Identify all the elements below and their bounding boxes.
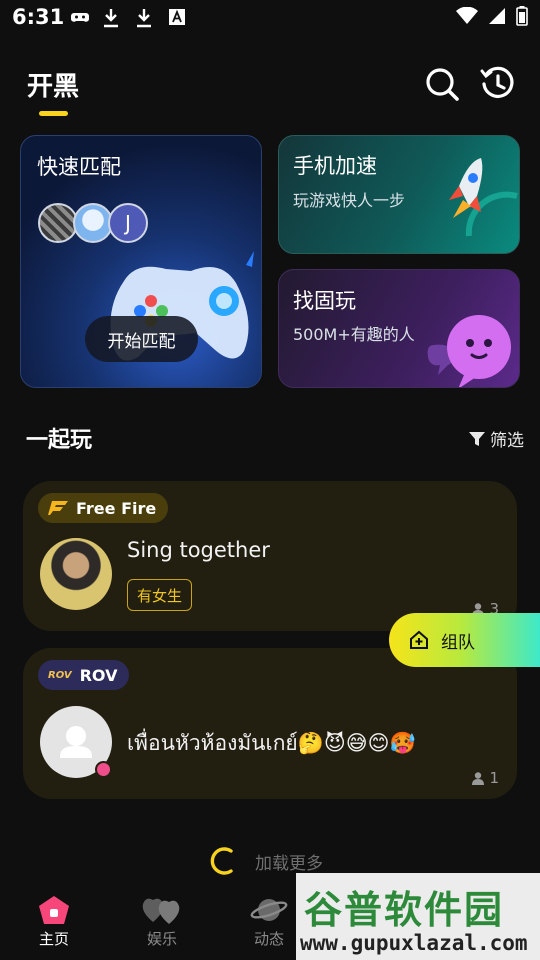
wifi-icon (456, 7, 478, 24)
room-title: เพื่อนหัวห้องมันเกย์🤔😈😅😊🥵 (127, 731, 416, 755)
spinner-icon (210, 847, 233, 875)
nav-label: 动态 (253, 930, 284, 948)
voice-badge-icon (95, 761, 112, 778)
nav-label: 主页 (38, 930, 69, 948)
room-title: Sing together (127, 538, 270, 562)
download-icon (137, 9, 151, 28)
game-tag-label: Free Fire (76, 498, 157, 518)
nav-item-entertainment[interactable]: 娱乐 (127, 894, 197, 949)
status-time: 6:31 (12, 5, 65, 29)
section-title: 一起玩 (26, 428, 93, 453)
title-underline (39, 111, 68, 116)
history-icon[interactable] (479, 65, 517, 103)
matched-avatars: J (38, 203, 148, 243)
game-tag: Free Fire (38, 493, 169, 523)
nav-item-home[interactable]: 主页 (19, 894, 89, 949)
avatar (73, 203, 113, 243)
avatar (38, 203, 78, 243)
planet-icon (250, 899, 288, 921)
watermark-url: www.gupuxlazal.com (300, 931, 528, 955)
add-home-icon (410, 630, 428, 649)
home-icon (39, 896, 69, 924)
load-more: 加载更多 (207, 846, 323, 876)
status-bar: 6:31 (0, 0, 540, 36)
battery-icon (516, 6, 528, 26)
filter-label: 筛选 (490, 431, 524, 451)
download-icon (104, 9, 118, 28)
page-title: 开黑 (27, 72, 80, 102)
avatar: J (108, 203, 148, 243)
free-fire-icon (48, 501, 68, 515)
speed-boost-title: 手机加速 (293, 154, 377, 178)
room-host-avatar (40, 538, 112, 610)
filter-icon (469, 431, 485, 446)
find-partner-title: 找固玩 (293, 289, 356, 313)
signal-icon (489, 8, 505, 24)
quick-match-card[interactable]: 快速匹配 J 开始匹配 (20, 135, 262, 388)
search-icon[interactable] (423, 65, 461, 103)
watermark-title: 谷普软件园 (304, 888, 505, 932)
room-card[interactable]: ROV ROV เพื่อนหัวห้องมันเกย์🤔😈😅😊🥵 1 (23, 648, 517, 799)
nav-label: 娱乐 (146, 930, 177, 948)
girl-badge: 有女生 (127, 579, 193, 611)
chat-bubble-icon (427, 315, 511, 387)
speed-boost-subtitle: 玩游戏快人一步 (293, 191, 406, 210)
room-card[interactable]: Free Fire Sing together 有女生 3 (23, 481, 517, 631)
find-partner-card[interactable]: 找固玩 500M+有趣的人 (278, 269, 520, 388)
team-up-label: 组队 (441, 632, 475, 653)
start-match-button[interactable]: 开始匹配 (85, 316, 198, 362)
game-controller-icon (71, 13, 89, 22)
person-icon (472, 771, 485, 785)
filter-button[interactable]: 筛选 (469, 426, 524, 451)
member-count-value: 1 (489, 769, 499, 787)
member-count: 1 (472, 769, 499, 787)
font-a-icon (169, 9, 185, 25)
rocket-icon (449, 158, 518, 237)
speed-boost-card[interactable]: 手机加速 玩游戏快人一步 (278, 135, 520, 254)
hearts-icon (142, 898, 180, 924)
team-up-button[interactable]: 组队 (389, 613, 540, 667)
watermark: 谷普软件园 www.gupuxlazal.com (296, 873, 540, 960)
rov-icon: ROV (48, 669, 72, 681)
find-partner-subtitle: 500M+有趣的人 (293, 325, 415, 344)
nav-item-feed[interactable]: 动态 (234, 894, 304, 949)
game-tag-label: ROV (79, 665, 118, 685)
game-tag: ROV ROV (38, 660, 130, 690)
load-more-label: 加载更多 (255, 853, 323, 874)
quick-match-title: 快速匹配 (37, 155, 121, 179)
